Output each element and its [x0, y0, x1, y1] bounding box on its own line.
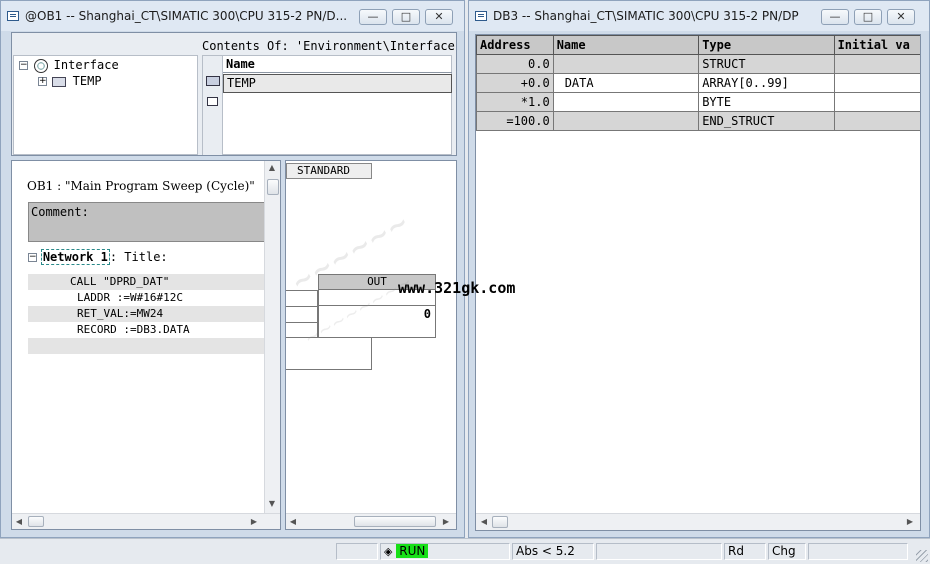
network-header[interactable]: − Network 1: Title:	[28, 249, 168, 265]
h-scroll-thumb[interactable]	[28, 516, 44, 527]
scroll-down-icon[interactable]: ▼	[266, 499, 278, 508]
db3-table-pane[interactable]: Address Name Type Initial va 0.0 STRUCT …	[475, 34, 921, 531]
ob-title-line: OB1 : "Main Program Sweep (Cycle)"	[27, 179, 255, 193]
stl-line-4: RECORD :=DB3.DATA	[28, 322, 268, 338]
abs-status: Abs < 5.2	[512, 543, 594, 560]
maximize-button[interactable]: □	[854, 9, 882, 25]
catalog-horizontal-scrollbar[interactable]: ◀ ▶	[286, 513, 456, 529]
interface-icon	[33, 58, 48, 73]
resize-grip-icon[interactable]	[916, 550, 928, 562]
run-status-cell: ◈ RUN	[380, 543, 510, 560]
address-column-header[interactable]: Address	[476, 35, 554, 55]
out-header: OUT	[367, 275, 387, 288]
table-row[interactable]: =100.0 END_STRUCT	[476, 111, 920, 131]
standard-tab[interactable]: STANDARD	[286, 163, 372, 179]
temp-folder-icon	[51, 76, 66, 87]
initial-value-column-header[interactable]: Initial va	[833, 35, 920, 55]
ob1-window-title: @OB1 -- Shanghai_CT\SIMATIC 300\CPU 315-…	[25, 9, 348, 23]
network-title: : Title:	[109, 250, 168, 264]
table-row[interactable]: +0.0 DATA ARRAY[0..99]	[476, 73, 920, 93]
ladder-frame-bottom	[286, 338, 372, 370]
name-column-header[interactable]: Name	[552, 35, 700, 55]
db3-scroll-right-icon[interactable]: ▶	[904, 517, 916, 526]
db3-scroll-left-icon[interactable]: ◀	[478, 517, 490, 526]
expand-icon[interactable]: +	[38, 77, 47, 86]
db3-table: Address Name Type Initial va 0.0 STRUCT …	[476, 35, 920, 131]
stl-line-2: LADDR :=W#16#12C	[28, 290, 268, 306]
watermark-url: www.321gk.com	[398, 279, 516, 297]
db3-h-thumb[interactable]	[492, 516, 508, 528]
stl-editor[interactable]: OB1 : "Main Program Sweep (Cycle)" Comme…	[11, 160, 281, 530]
ladder-row-2	[286, 306, 318, 322]
tree-item-temp[interactable]: + TEMP	[38, 74, 102, 88]
ladder-row-1	[286, 290, 318, 306]
stl-line-5	[28, 338, 268, 354]
type-column-header[interactable]: Type	[698, 35, 835, 55]
catalog-scroll-left-icon[interactable]: ◀	[287, 517, 299, 526]
catalog-scroll-right-icon[interactable]: ▶	[440, 517, 452, 526]
status-cell-end	[808, 543, 908, 560]
table-row[interactable]: 0.0 STRUCT	[476, 54, 920, 74]
chg-status: Chg	[768, 543, 806, 560]
network-label: Network 1	[40, 249, 110, 265]
out-value: 0	[423, 307, 431, 321]
stl-horizontal-scrollbar[interactable]: ◀ ▶	[12, 513, 280, 529]
status-cell-blank	[596, 543, 722, 560]
db3-horizontal-scrollbar[interactable]: ◀ ▶	[476, 513, 920, 530]
db3-titlebar[interactable]: DB3 -- Shanghai_CT\SIMATIC 300\CPU 315-2…	[469, 1, 929, 31]
network-collapse-icon[interactable]: −	[28, 253, 37, 262]
collapse-icon[interactable]: −	[19, 61, 28, 70]
contents-header: Contents Of: 'Environment\Interface'	[202, 39, 457, 53]
minimize-button[interactable]: —	[821, 9, 849, 25]
run-status-icon: ◈	[384, 545, 393, 558]
table-row[interactable]: *1.0 BYTE	[476, 92, 920, 112]
db3-window: DB3 -- Shanghai_CT\SIMATIC 300\CPU 315-2…	[468, 0, 930, 538]
ladder-row-3	[286, 322, 318, 338]
tree-label-interface: Interface	[53, 58, 119, 72]
db3-window-title: DB3 -- Shanghai_CT\SIMATIC 300\CPU 315-2…	[493, 9, 799, 23]
scroll-up-icon[interactable]: ▲	[266, 163, 278, 172]
temp-row-icon	[206, 76, 220, 86]
stl-line-3: RET_VAL:=MW24	[28, 306, 268, 322]
scroll-thumb[interactable]	[267, 179, 279, 195]
run-status-label: RUN	[396, 544, 429, 558]
ob1-window: @OB1 -- Shanghai_CT\SIMATIC 300\CPU 315-…	[0, 0, 465, 538]
tree-pane: − Interface + TEMP	[13, 55, 198, 155]
db3-header-row: Address Name Type Initial va	[476, 35, 920, 55]
status-bar: ◈ RUN Abs < 5.2 Rd Chg	[0, 538, 930, 564]
catalog-h-thumb[interactable]	[354, 516, 436, 527]
interface-panel: − Interface + TEMP Contents Of: 'Environ…	[11, 32, 457, 156]
tree-label-temp: TEMP	[72, 74, 102, 88]
comment-label: Comment:	[31, 205, 89, 219]
stl-code-block[interactable]: CALL "DPRD_DAT" LADDR :=W#16#12C RET_VAL…	[28, 274, 268, 354]
contents-row-icons	[203, 56, 223, 155]
comment-box[interactable]: Comment:	[28, 202, 268, 242]
contents-row-temp[interactable]: TEMP	[223, 74, 452, 93]
minimize-button[interactable]: —	[359, 9, 387, 25]
contents-table: Name TEMP	[202, 55, 452, 155]
scroll-right-icon[interactable]: ▶	[248, 517, 260, 526]
window-icon	[7, 11, 19, 21]
stl-line-1: CALL "DPRD_DAT"	[28, 274, 268, 290]
close-button[interactable]: ✕	[887, 9, 915, 25]
scroll-left-icon[interactable]: ◀	[13, 517, 25, 526]
maximize-button[interactable]: □	[392, 9, 420, 25]
stl-vertical-scrollbar[interactable]: ▲ ▼	[264, 161, 280, 513]
ob1-titlebar[interactable]: @OB1 -- Shanghai_CT\SIMATIC 300\CPU 315-…	[1, 1, 464, 31]
name-column-header[interactable]: Name	[223, 56, 452, 73]
rd-status: Rd	[724, 543, 766, 560]
status-cell-empty	[336, 543, 378, 560]
close-button[interactable]: ✕	[425, 9, 453, 25]
catalog-pane: STANDARD OUT 0 ◀ ▶	[285, 160, 457, 530]
out-value-cell: 0	[318, 290, 436, 338]
tree-item-interface[interactable]: − Interface	[19, 58, 119, 73]
window-icon	[475, 11, 487, 21]
new-row-icon[interactable]	[207, 97, 218, 106]
